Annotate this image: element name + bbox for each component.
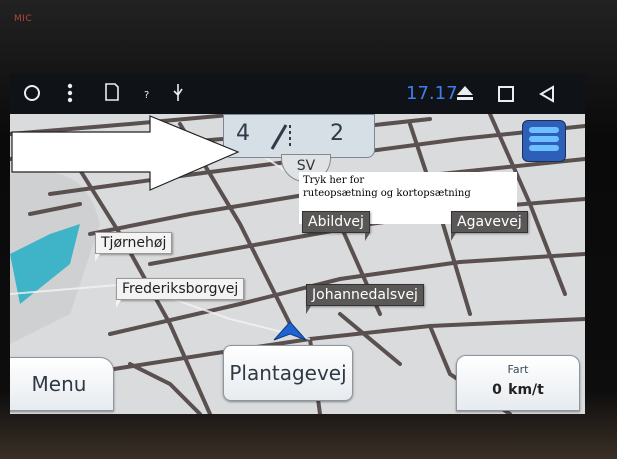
label-tip bbox=[116, 300, 121, 308]
speed-display[interactable]: Fart 0 km/t bbox=[456, 355, 580, 411]
annotation-line-2: rutеopsætning og kortopsætning bbox=[303, 188, 471, 199]
street-label-johannedalsvej: Johannedalsvej bbox=[306, 284, 424, 306]
label-tip bbox=[95, 254, 100, 262]
menu-bar-icon bbox=[529, 127, 559, 133]
question-icon: ? bbox=[144, 90, 149, 100]
lane-count-right: 2 bbox=[330, 121, 344, 146]
street-label-abildvej: Abildvej bbox=[302, 211, 370, 233]
speed-unit: km/t bbox=[508, 382, 544, 398]
speed-value: 0 bbox=[492, 382, 502, 398]
label-tip bbox=[306, 306, 311, 314]
svg-text:?: ? bbox=[144, 90, 149, 100]
menu-button[interactable]: Menu bbox=[10, 357, 114, 411]
eject-icon[interactable] bbox=[456, 85, 474, 101]
vehicle-position-icon bbox=[273, 321, 307, 341]
label-tip bbox=[365, 233, 370, 241]
back-icon[interactable] bbox=[538, 85, 556, 103]
street-label-tjornehoj: Tjørnehøj bbox=[95, 232, 173, 254]
speed-value-wrap: 0 km/t bbox=[457, 378, 579, 399]
speed-label: Fart bbox=[507, 363, 529, 376]
annotation-arrow bbox=[11, 115, 240, 191]
sd-card-icon bbox=[105, 83, 119, 101]
clock: 17.17 bbox=[406, 83, 458, 104]
annotation-line-1: Tryk her for bbox=[303, 175, 365, 186]
lane-arrow-icon bbox=[270, 124, 291, 150]
current-street-button[interactable]: Plantagevej bbox=[223, 345, 353, 401]
street-label-frederiksborgvej: Frederiksborgvej bbox=[116, 278, 245, 300]
usb-icon bbox=[173, 84, 183, 101]
circle-icon[interactable] bbox=[22, 83, 42, 103]
menu-bar-icon bbox=[529, 145, 559, 151]
lane-guidance: 4 2 bbox=[223, 114, 375, 158]
street-label-agavevej: Agavevej bbox=[451, 211, 528, 233]
menu-dots-icon[interactable] bbox=[66, 82, 74, 104]
menu-bar-icon bbox=[529, 136, 559, 142]
square-icon[interactable] bbox=[497, 85, 515, 103]
status-bar: ? 17.17 bbox=[10, 74, 585, 114]
head-unit-screen: ? 17.17 4 2 SV Tryk her for rutеopsætnin… bbox=[10, 74, 585, 414]
label-tip bbox=[451, 233, 456, 241]
map-menu-button[interactable] bbox=[522, 120, 566, 162]
navigation-map[interactable]: 4 2 SV Tryk her for rutеopsætning og kor… bbox=[10, 114, 585, 414]
mic-label: MIC bbox=[14, 14, 33, 24]
